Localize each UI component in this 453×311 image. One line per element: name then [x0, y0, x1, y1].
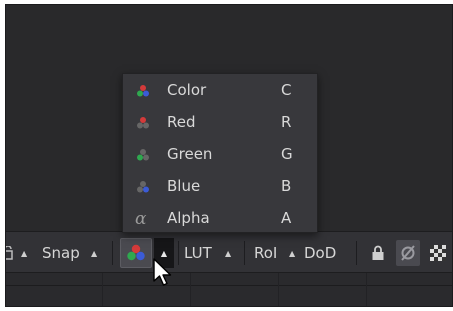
roi-button[interactable]: RoI: [254, 232, 277, 274]
divider: [6, 285, 452, 286]
viewer-toolbar: ▲ Snap ▲ ▲ LUT ▲ RoI ▲ DoD: [6, 231, 452, 273]
unlink-button[interactable]: [396, 240, 420, 266]
shortcut-key: A: [281, 209, 292, 227]
menu-item-red[interactable]: Red R: [123, 107, 317, 139]
lut-button[interactable]: LUT: [184, 232, 212, 274]
partial-toolbar-icon[interactable]: [6, 232, 14, 274]
menu-item-label: Blue: [167, 177, 201, 195]
divider: [366, 273, 367, 306]
green-channel-icon: [137, 149, 149, 161]
snap-options-arrow[interactable]: ▲: [88, 232, 100, 274]
unlink-icon: [401, 245, 415, 261]
lock-icon: [372, 245, 384, 260]
divider: [102, 273, 103, 306]
mouse-cursor-icon: [153, 258, 172, 286]
menu-item-label: Color: [167, 81, 207, 99]
blue-channel-icon: [137, 181, 149, 193]
timeline-area: [6, 273, 452, 306]
roi-menu-arrow[interactable]: ▲: [286, 232, 298, 274]
menu-item-color[interactable]: Color C: [123, 75, 317, 107]
shortcut-key: B: [281, 177, 292, 195]
menu-item-blue[interactable]: Blue B: [123, 171, 317, 203]
toolbar-divider: [112, 241, 113, 265]
shortcut-key: R: [281, 113, 292, 131]
menu-item-label: Green: [167, 145, 213, 163]
snap-label: Snap: [42, 244, 80, 262]
divider: [278, 273, 279, 306]
rgb-color-icon: [137, 85, 149, 97]
checkerboard-icon: [430, 245, 446, 261]
triangle-up-icon: ▲: [91, 248, 98, 258]
lock-button[interactable]: [366, 240, 390, 266]
alpha-channel-icon: α: [135, 209, 147, 229]
viewer-window: ▲ Snap ▲ ▲ LUT ▲ RoI ▲ DoD Color C Red R…: [5, 4, 453, 307]
toolbar-divider: [244, 241, 245, 265]
dod-button[interactable]: DoD: [304, 232, 336, 274]
red-channel-icon: [137, 117, 149, 129]
toolbar-divider: [178, 241, 179, 265]
toolbar-divider: [356, 241, 357, 265]
lut-label: LUT: [184, 244, 212, 262]
menu-item-label: Alpha: [167, 209, 210, 227]
menu-item-alpha[interactable]: α Alpha A: [123, 203, 317, 235]
dod-label: DoD: [304, 244, 337, 262]
triangle-up-icon: ▲: [289, 248, 296, 258]
snap-button[interactable]: Snap: [42, 232, 80, 274]
roi-label: RoI: [254, 244, 278, 262]
shortcut-key: C: [281, 81, 292, 99]
channel-menu: Color C Red R Green G Blue B α Alpha A: [122, 73, 318, 233]
shortcut-key: G: [281, 145, 293, 163]
divider: [190, 273, 191, 306]
snap-menu-arrow[interactable]: ▲: [18, 232, 30, 274]
rgb-color-icon: [127, 244, 145, 261]
color-channel-button[interactable]: [120, 238, 152, 268]
lut-menu-arrow[interactable]: ▲: [222, 232, 234, 274]
menu-item-green[interactable]: Green G: [123, 139, 317, 171]
menu-item-label: Red: [167, 113, 196, 131]
triangle-up-icon: ▲: [21, 248, 28, 258]
triangle-up-icon: ▲: [160, 248, 168, 258]
checkerboard-button[interactable]: [426, 240, 450, 266]
triangle-up-icon: ▲: [225, 248, 232, 258]
